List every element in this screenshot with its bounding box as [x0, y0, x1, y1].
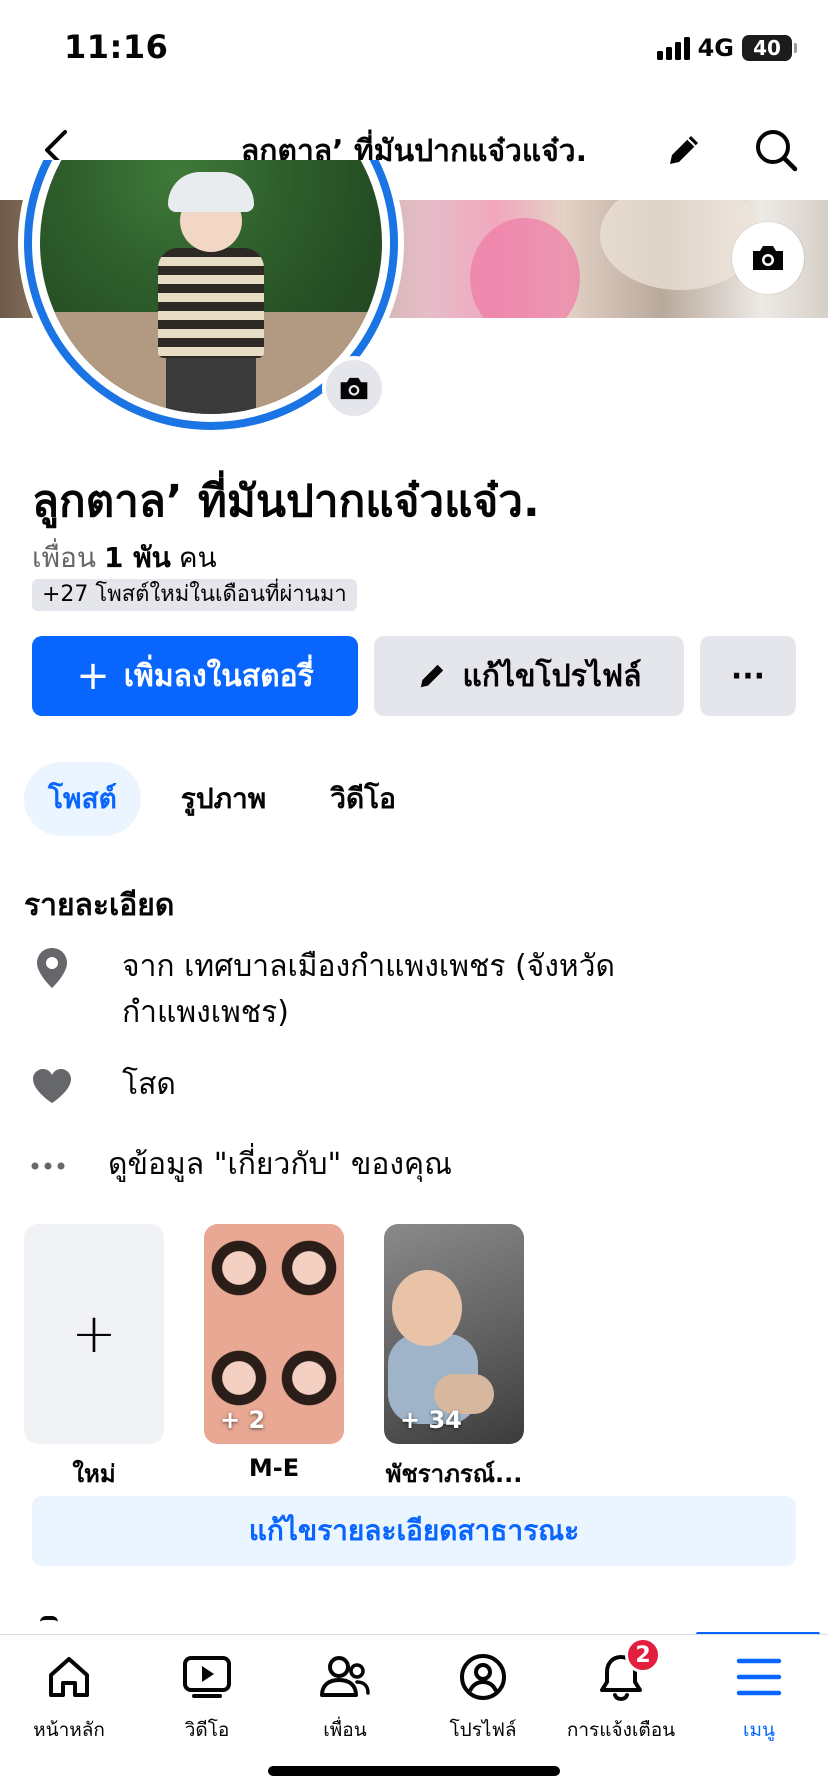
collage-photo	[274, 1334, 344, 1444]
avatar-hat	[168, 172, 254, 212]
profile-tabs: โพสต์ รูปภาพ วิดีโอ	[24, 762, 436, 836]
heart-icon	[28, 1062, 76, 1110]
friends-count: 1 พัน	[103, 541, 171, 574]
featured-me-card: + 2	[204, 1224, 344, 1444]
network-type: 4G	[697, 34, 734, 62]
profile-name: ลูกตาล’ ที่มันปากแจ๋วแจ๋ว.	[32, 476, 540, 527]
camera-icon	[340, 377, 368, 399]
profile-icon	[455, 1649, 511, 1705]
more-dots-icon	[28, 1142, 68, 1190]
avatar-legs	[166, 352, 256, 414]
new-posts-badge: +27 โพสต์ใหม่ในเดือนที่ผ่านมา	[32, 579, 357, 611]
tabbar-video[interactable]: วิดีโอ	[138, 1649, 276, 1759]
hometown-line-1: จาก เทศบาลเมืองกำแพงเพชร (จังหวัด	[122, 949, 616, 984]
collage-photo	[204, 1224, 274, 1334]
edit-button[interactable]	[658, 124, 710, 176]
featured-new[interactable]: + ใหม่	[24, 1224, 164, 1493]
battery-level: 40	[753, 36, 781, 60]
home-icon	[41, 1649, 97, 1705]
friends-icon	[317, 1649, 373, 1705]
pencil-icon	[670, 136, 698, 164]
camera-icon	[753, 246, 783, 270]
see-about-link[interactable]: ดูข้อมูล "เกี่ยวกับ" ของคุณ	[28, 1142, 768, 1190]
featured-me[interactable]: + 2 M-E	[204, 1224, 344, 1482]
cover-camera-button[interactable]	[732, 222, 804, 294]
tabbar-menu[interactable]: เมนู	[690, 1649, 828, 1759]
search-button[interactable]	[748, 122, 804, 178]
location-pin-icon	[28, 944, 76, 992]
hometown-text: จาก เทศบาลเมืองกำแพงเพชร (จังหวัด กำแพงเ…	[122, 944, 615, 1036]
status-bar: 11:16 4G 40	[0, 0, 828, 100]
avatar-camera-button[interactable]	[322, 356, 386, 420]
tabbar-friends[interactable]: เพื่อน	[276, 1649, 414, 1759]
friends-label: เพื่อน	[32, 541, 96, 574]
search-icon	[756, 130, 798, 172]
tabbar-label: หน้าหลัก	[33, 1719, 105, 1741]
plus-icon: +	[71, 1302, 117, 1365]
tabbar-notifications[interactable]: 2 การแจ้งเตือน	[552, 1637, 690, 1759]
see-about-text: ดูข้อมูล "เกี่ยวกับ" ของคุณ	[108, 1147, 452, 1182]
notification-badge: 2	[625, 1637, 661, 1673]
details-heading: รายละเอียด	[24, 888, 175, 923]
bell-icon: 2	[593, 1637, 661, 1705]
tabbar-home[interactable]: หน้าหลัก	[0, 1649, 138, 1759]
featured-count: + 34	[400, 1406, 462, 1434]
pencil-icon	[421, 664, 444, 688]
detail-relationship: โสด	[28, 1062, 768, 1110]
featured-label: ใหม่	[72, 1460, 116, 1488]
video-icon	[179, 1649, 235, 1705]
battery-icon: 40	[742, 35, 797, 61]
profile-actions: + เพิ่มลงในสตอรี่ แก้ไขโปรไฟล์ ···	[32, 636, 796, 716]
featured-kid[interactable]: + 34 พัชราภรณ์...	[384, 1224, 524, 1493]
tabbar-label: เพื่อน	[323, 1719, 367, 1741]
signal-icon	[656, 36, 690, 60]
tabbar-label: เมนู	[742, 1719, 775, 1741]
hometown-line-2: กำแพงเพชร)	[122, 995, 289, 1030]
add-to-story-label: เพิ่มลงในสตอรี่	[123, 658, 314, 694]
relationship-text: โสด	[122, 1067, 176, 1102]
status-time: 11:16	[64, 28, 169, 66]
more-options-button[interactable]: ···	[700, 636, 796, 716]
tab-photos[interactable]: รูปภาพ	[157, 762, 290, 836]
tabbar-profile[interactable]: โปรไฟล์	[414, 1649, 552, 1759]
tabbar-label: โปรไฟล์	[449, 1719, 517, 1741]
featured-kid-card: + 34	[384, 1224, 524, 1444]
avatar-body	[158, 248, 264, 358]
featured-label: พัชราภรณ์...	[385, 1460, 523, 1488]
kid-face	[392, 1270, 462, 1346]
edit-profile-button[interactable]: แก้ไขโปรไฟล์	[374, 636, 684, 716]
status-indicators: 4G 40	[656, 34, 797, 62]
plus-icon: +	[76, 653, 110, 699]
tabbar-label: การแจ้งเตือน	[566, 1719, 676, 1741]
edit-profile-label: แก้ไขโปรไฟล์	[462, 658, 642, 694]
featured-label: M-E	[248, 1454, 300, 1482]
collage-photo	[274, 1224, 344, 1334]
menu-icon	[731, 1649, 787, 1705]
more-icon: ···	[730, 658, 766, 694]
tab-videos[interactable]: วิดีโอ	[306, 762, 420, 836]
featured-new-card: +	[24, 1224, 164, 1444]
detail-hometown: จาก เทศบาลเมืองกำแพงเพชร (จังหวัด กำแพงเ…	[28, 944, 768, 1036]
add-to-story-button[interactable]: + เพิ่มลงในสตอรี่	[32, 636, 358, 716]
tab-posts[interactable]: โพสต์	[24, 762, 141, 836]
friends-unit: คน	[178, 541, 217, 574]
tabbar-label: วิดีโอ	[184, 1719, 230, 1741]
featured-collections: + ใหม่ + 2 M-E + 34 พัชราภรณ์...	[24, 1224, 804, 1488]
cover-shape	[470, 218, 580, 318]
friends-count-line[interactable]: เพื่อน 1 พัน คน	[32, 536, 217, 580]
featured-count: + 2	[220, 1406, 266, 1434]
section-peek	[40, 1616, 58, 1634]
edit-public-details-button[interactable]: แก้ไขรายละเอียดสาธารณะ	[32, 1496, 796, 1566]
home-indicator	[268, 1766, 560, 1776]
